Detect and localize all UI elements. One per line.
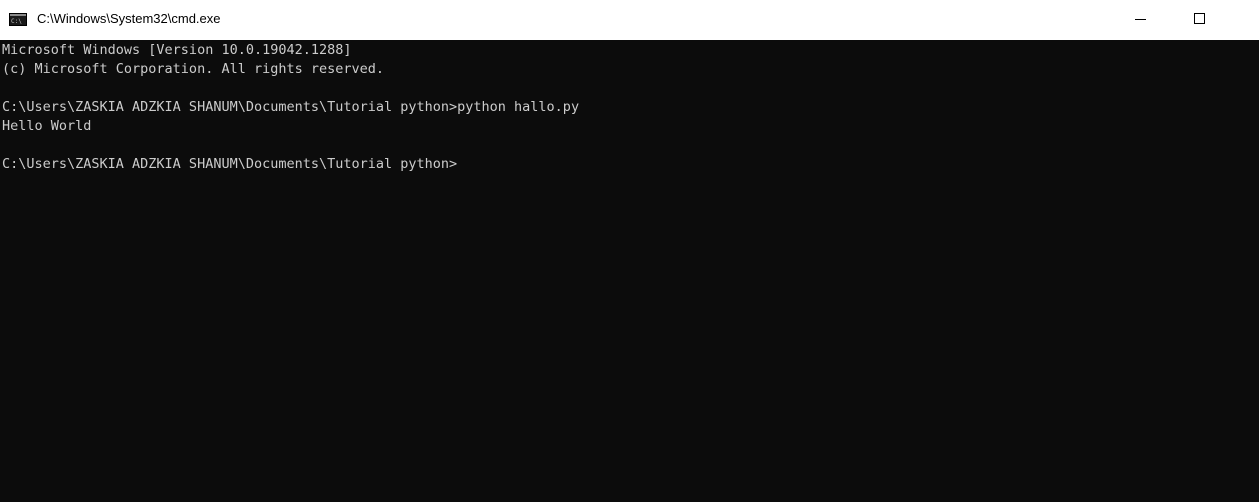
svg-text:C:\: C:\ [11,18,22,25]
console-lines: Microsoft Windows [Version 10.0.19042.12… [2,41,579,174]
maximize-icon [1194,13,1205,24]
console-line: Microsoft Windows [Version 10.0.19042.12… [2,42,352,58]
console-line: C:\Users\ZASKIA ADZKIA SHANUM\Documents\… [2,99,580,115]
title-bar[interactable]: C:\ C:\Windows\System32\cmd.exe [0,0,1259,40]
cmd-icon: C:\ [9,13,27,26]
console-line: (c) Microsoft Corporation. All rights re… [2,61,385,77]
minimize-icon [1135,19,1146,20]
console-output[interactable]: Microsoft Windows [Version 10.0.19042.12… [0,40,1259,502]
console-line: Hello World [2,118,92,134]
command-prompt[interactable]: C:\Users\ZASKIA ADZKIA SHANUM\Documents\… [2,155,579,174]
cmd-window: C:\ C:\Windows\System32\cmd.exe Microsof… [0,0,1259,502]
maximize-button[interactable] [1177,0,1223,40]
minimize-button[interactable] [1118,0,1164,40]
window-title: C:\Windows\System32\cmd.exe [37,11,221,26]
